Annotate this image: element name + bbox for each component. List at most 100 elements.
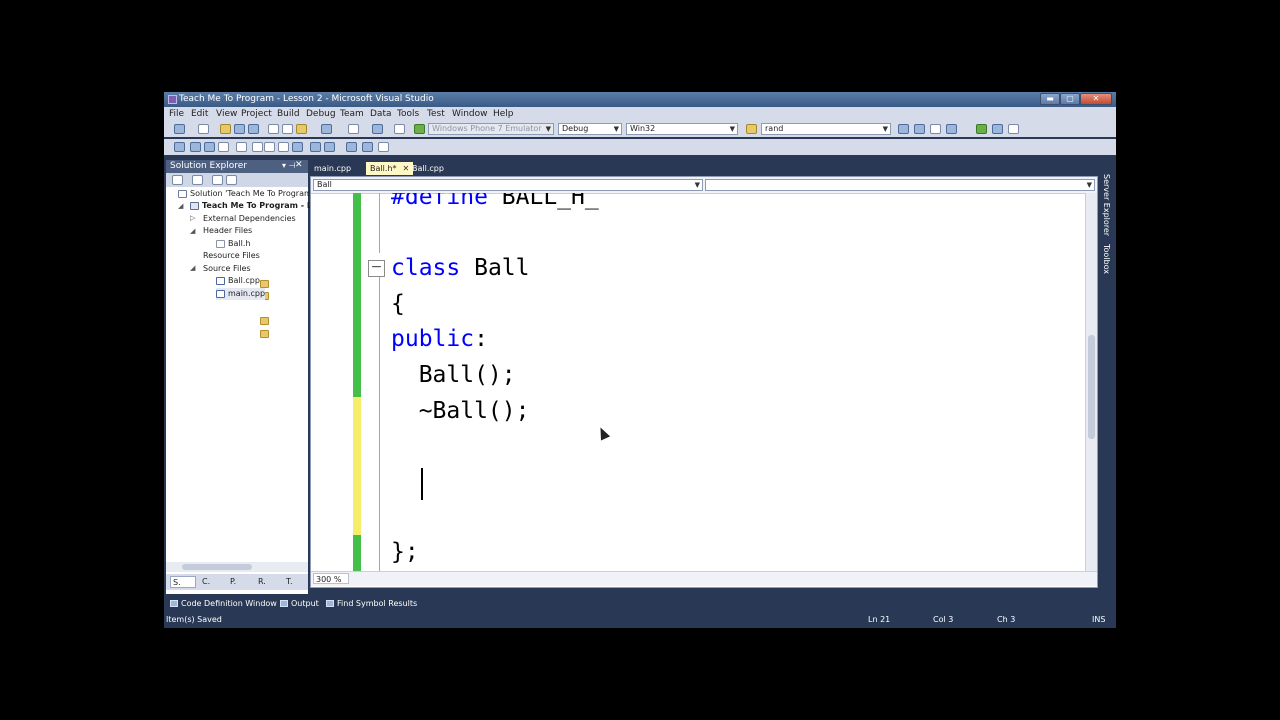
start-debugging-icon[interactable] — [414, 124, 425, 134]
platform-combo[interactable]: Win32 ▼ — [626, 123, 738, 135]
menu-project[interactable]: Project — [241, 109, 272, 119]
start-page-icon[interactable] — [992, 124, 1003, 134]
increase-indent-icon[interactable] — [252, 142, 263, 152]
tab-output[interactable]: Output — [280, 598, 319, 610]
close-panel-button[interactable]: ✕ — [295, 160, 303, 170]
refresh-icon[interactable] — [212, 175, 223, 185]
solution-icon — [178, 189, 187, 198]
tab-label: P. — [230, 577, 237, 586]
menu-help[interactable]: Help — [493, 109, 514, 119]
paste-icon[interactable] — [296, 124, 307, 134]
tab-solution-explorer[interactable]: S. — [170, 576, 196, 588]
menu-tools[interactable]: Tools — [397, 109, 419, 119]
new-project-icon[interactable] — [174, 124, 185, 134]
menu-debug[interactable]: Debug — [306, 109, 336, 119]
scope-combo[interactable]: Ball ▼ — [313, 179, 703, 191]
tree-item-ball-cpp[interactable]: Ball.cpp — [216, 275, 260, 287]
tree-item-external-dependencies[interactable]: External Dependencies — [203, 213, 296, 288]
open-file-icon[interactable] — [220, 124, 231, 134]
minimize-button[interactable]: ▬ — [1040, 93, 1060, 105]
object-browser-icon[interactable] — [946, 124, 957, 134]
maximize-button[interactable]: ▢ — [1060, 93, 1080, 105]
add-item-icon[interactable] — [198, 124, 209, 134]
save-icon[interactable] — [234, 124, 245, 134]
menu-data[interactable]: Data — [370, 109, 392, 119]
clear-bookmarks-icon[interactable] — [378, 142, 389, 152]
vertical-scrollbar[interactable] — [1085, 193, 1097, 573]
find-combo[interactable]: rand ▼ — [761, 123, 891, 135]
target-device-combo[interactable]: Windows Phone 7 Emulator ▼ — [428, 123, 554, 135]
tab-resource-view[interactable]: R. — [256, 576, 282, 588]
zoom-combo[interactable]: 300 % — [313, 573, 349, 584]
code-editor[interactable]: Ball ▼ ▼ − #define BALL_H_ class Ball { … — [310, 176, 1098, 588]
collapse-triangle-icon[interactable]: ◢ — [178, 202, 183, 210]
tree-item-main-cpp[interactable]: main.cpp — [216, 288, 266, 300]
redo-icon[interactable] — [348, 124, 359, 134]
tab-team-explorer[interactable]: T. — [284, 576, 308, 588]
toolbox-icon[interactable] — [976, 124, 987, 134]
find-in-files-icon[interactable] — [746, 124, 757, 134]
word-completion-icon[interactable] — [218, 142, 229, 152]
collapse-triangle-icon[interactable]: ◢ — [190, 264, 195, 272]
menu-file[interactable]: File — [169, 109, 184, 119]
configuration-combo[interactable]: Debug ▼ — [558, 123, 622, 135]
expand-triangle-icon[interactable]: ▷ — [190, 214, 195, 222]
collapse-region-icon[interactable]: − — [368, 260, 385, 277]
menu-team[interactable]: Team — [340, 109, 364, 119]
tab-ball-cpp[interactable]: Ball.cpp — [408, 162, 448, 175]
server-explorer-tab[interactable]: Server Explorer — [1102, 174, 1111, 236]
tab-ball-h[interactable]: Ball.h* ✕ — [366, 162, 414, 175]
scrollbar-thumb[interactable] — [182, 564, 252, 570]
tab-property-manager[interactable]: P. — [228, 576, 254, 588]
tree-item-ball-h[interactable]: Ball.h — [216, 238, 250, 250]
uncomment-icon[interactable] — [278, 142, 289, 152]
scrollbar-thumb[interactable] — [1088, 335, 1095, 439]
menu-window[interactable]: Window — [452, 109, 488, 119]
properties-icon[interactable] — [930, 124, 941, 134]
save-all-icon[interactable] — [248, 124, 259, 134]
toggle-bookmark-icon[interactable] — [292, 142, 303, 152]
show-all-files-icon[interactable] — [192, 175, 203, 185]
tree-item-source-files[interactable]: Source Files — [203, 263, 269, 338]
horizontal-scrollbar[interactable] — [166, 562, 308, 572]
undo-icon[interactable] — [321, 124, 332, 134]
solution-explorer-icon[interactable] — [914, 124, 925, 134]
next-bookmark-in-folder-icon[interactable] — [362, 142, 373, 152]
tree-item-solution[interactable]: Solution 'Teach Me To Program — [178, 188, 312, 200]
menu-edit[interactable]: Edit — [191, 109, 208, 119]
tab-find-symbol-results[interactable]: Find Symbol Results — [326, 598, 417, 610]
tab-class-view[interactable]: C. — [200, 576, 226, 588]
decrease-indent-icon[interactable] — [236, 142, 247, 152]
parameter-info-icon[interactable] — [190, 142, 201, 152]
code-area[interactable]: − #define BALL_H_ class Ball { public: B… — [311, 193, 1097, 573]
tree-item-project[interactable]: Teach Me To Program - Le — [190, 200, 317, 212]
collapse-triangle-icon[interactable]: ◢ — [190, 227, 195, 235]
previous-bookmark-in-folder-icon[interactable] — [346, 142, 357, 152]
quick-info-icon[interactable] — [204, 142, 215, 152]
extension-manager-icon[interactable] — [1008, 124, 1019, 134]
tab-code-definition-window[interactable]: Code Definition Window — [170, 598, 277, 610]
menu-view[interactable]: View — [216, 109, 237, 119]
visual-studio-window: Teach Me To Program - Lesson 2 - Microso… — [164, 92, 1116, 628]
next-bookmark-icon[interactable] — [324, 142, 335, 152]
find-icon[interactable] — [898, 124, 909, 134]
menu-build[interactable]: Build — [277, 109, 300, 119]
comment-icon[interactable] — [264, 142, 275, 152]
tab-main-cpp[interactable]: main.cpp — [310, 162, 355, 175]
class-view-icon[interactable] — [226, 175, 237, 185]
copy-icon[interactable] — [282, 124, 293, 134]
member-combo[interactable]: ▼ — [705, 179, 1095, 191]
title-bar[interactable]: Teach Me To Program - Lesson 2 - Microso… — [164, 92, 1116, 107]
tree-item-resource-files[interactable]: Resource Files — [203, 250, 269, 325]
tree-item-header-files[interactable]: Header Files — [203, 225, 269, 300]
display-object-info-icon[interactable] — [174, 142, 185, 152]
pin-icon[interactable]: ▾ ⊣ — [282, 161, 296, 170]
navigate-forward-icon[interactable] — [394, 124, 405, 134]
properties-icon[interactable] — [172, 175, 183, 185]
toolbox-tab[interactable]: Toolbox — [1102, 244, 1111, 274]
cut-icon[interactable] — [268, 124, 279, 134]
navigate-backward-icon[interactable] — [372, 124, 383, 134]
previous-bookmark-icon[interactable] — [310, 142, 321, 152]
menu-test[interactable]: Test — [427, 109, 445, 119]
close-button[interactable]: ✕ — [1080, 93, 1112, 105]
